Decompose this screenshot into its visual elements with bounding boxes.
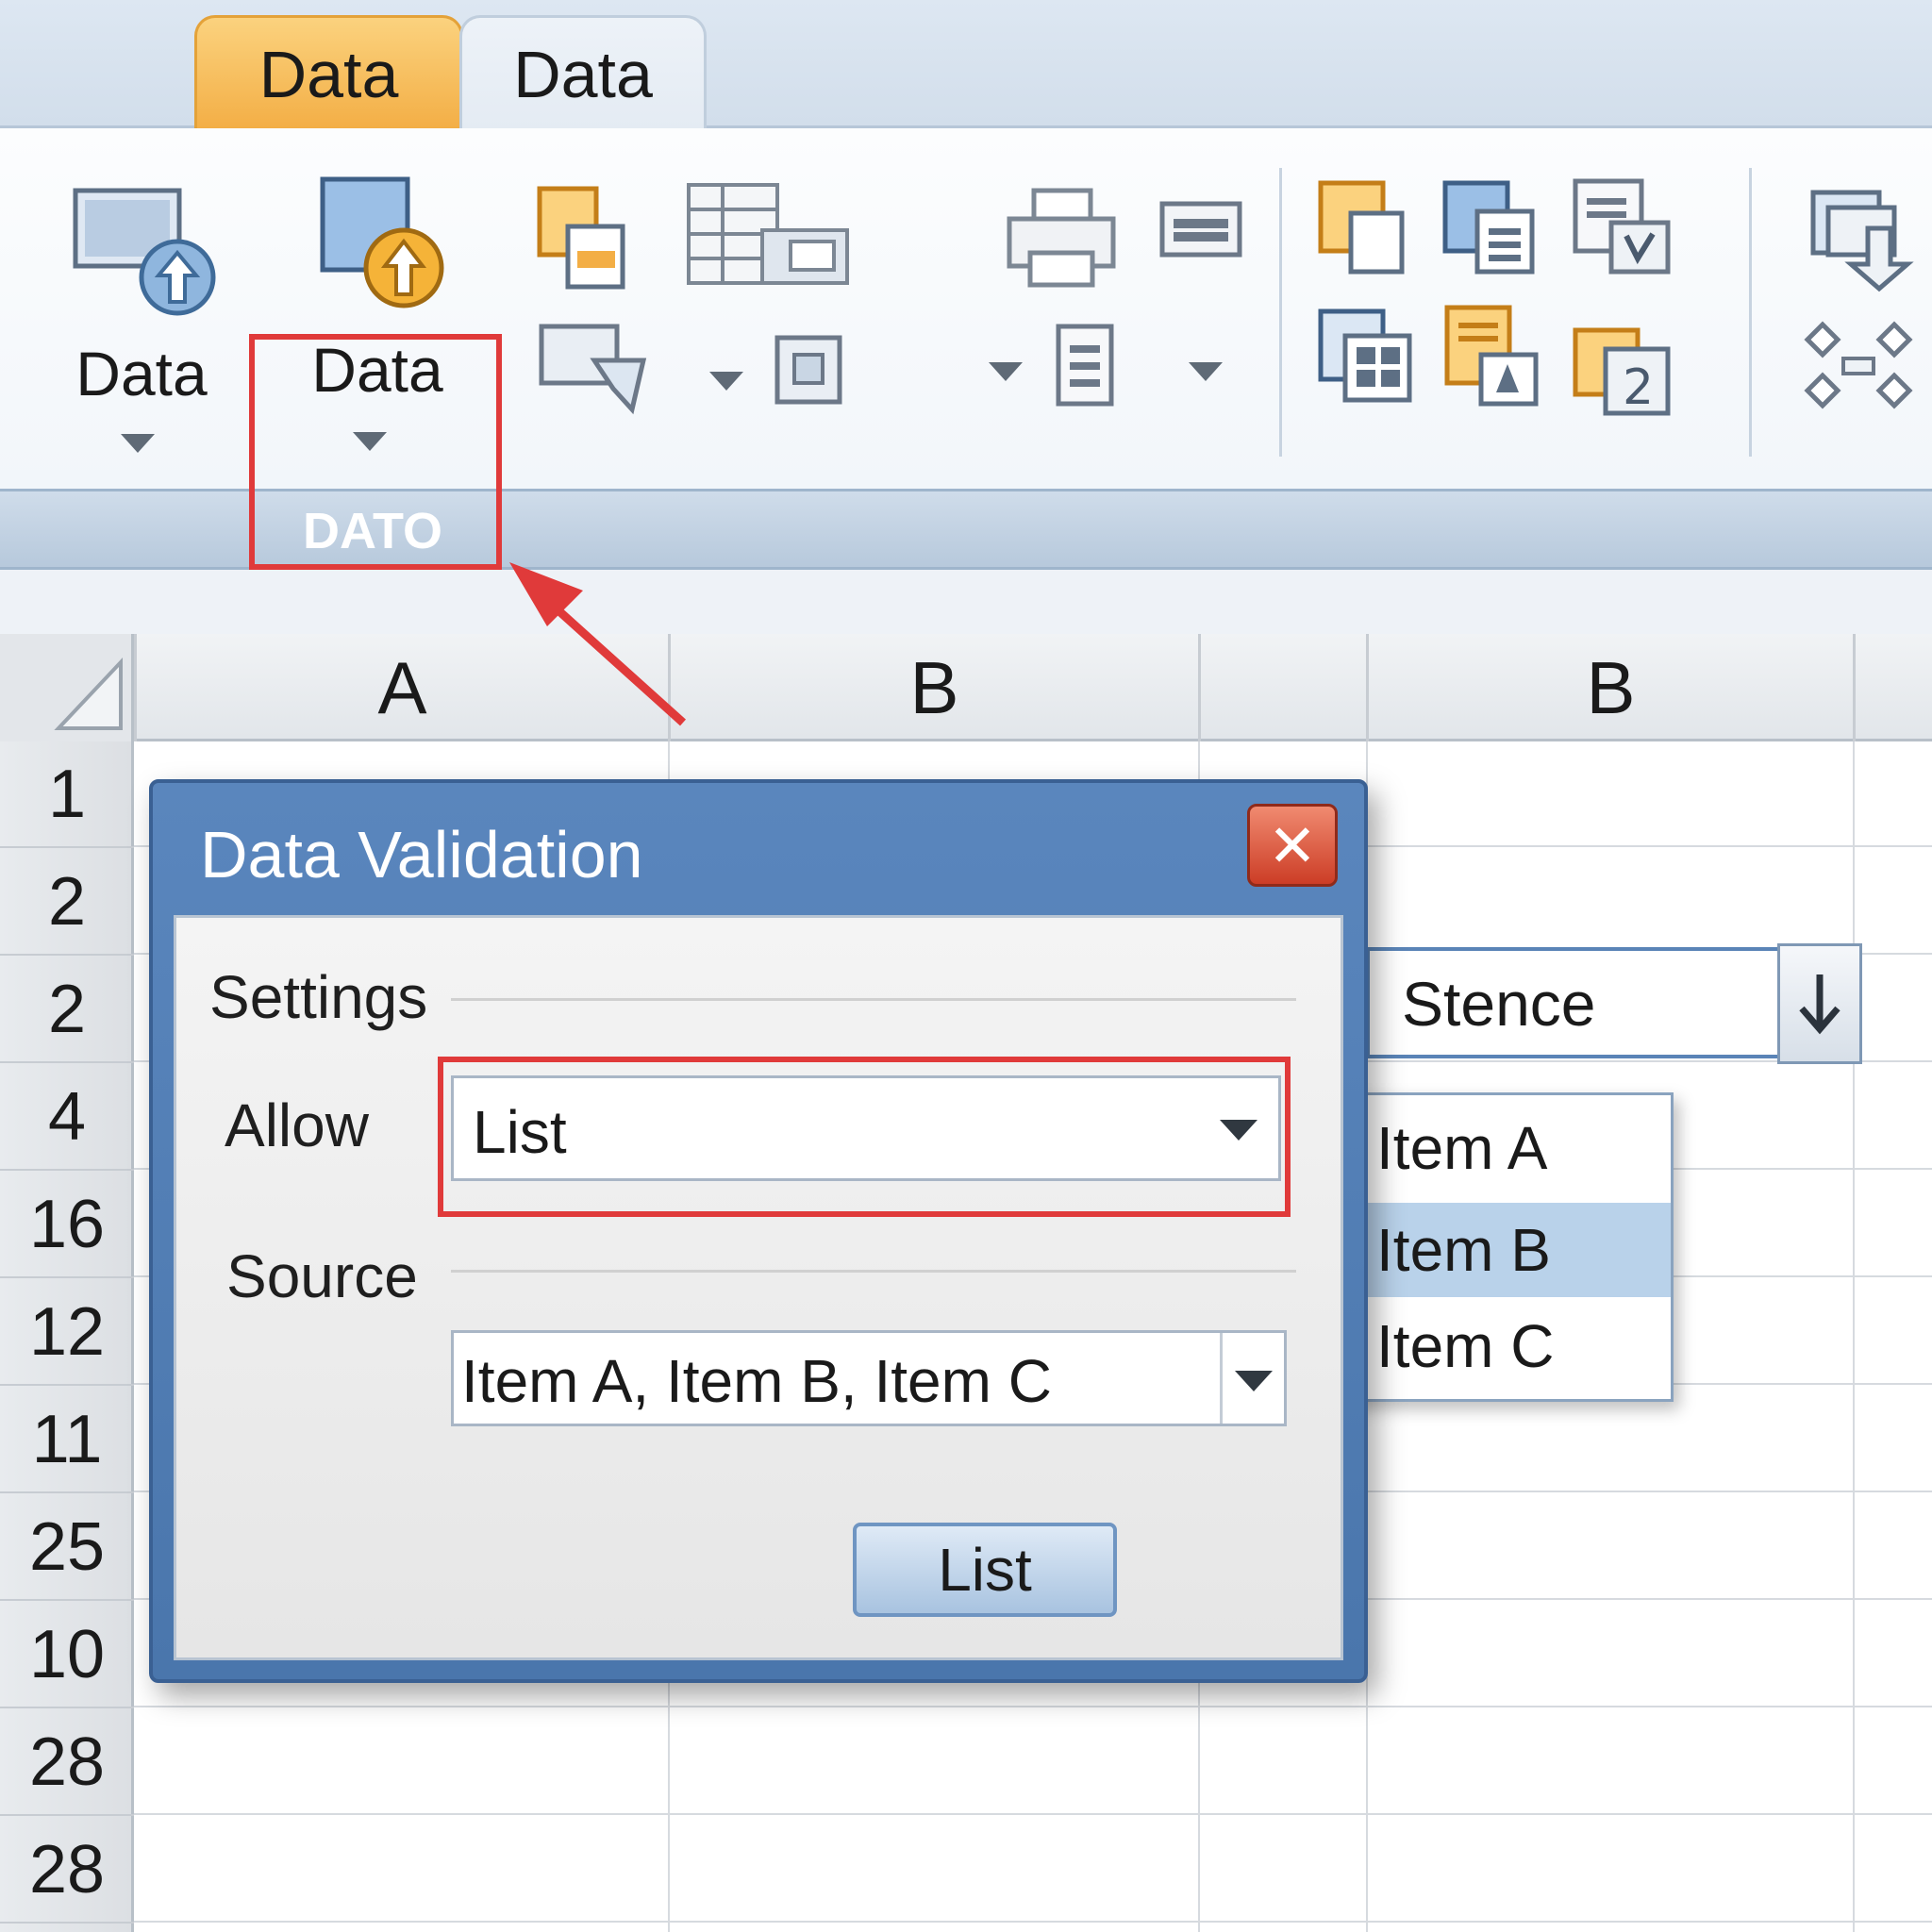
cell-dropdown-button[interactable] [1777,943,1862,1064]
select-all-icon [54,657,123,730]
data-validation-dialog: Data Validation ✕ [149,779,1368,1683]
source-label: Source [226,1242,418,1310]
row-header[interactable]: 28 [0,1817,134,1924]
list-button[interactable]: List [853,1523,1117,1617]
relationships-icon[interactable] [1802,319,1915,413]
row-header[interactable]: 2 [0,957,134,1063]
arrow-down-icon [1799,974,1840,1035]
page-two-icon[interactable]: 2 [1572,326,1674,417]
validation-check-icon[interactable] [1572,177,1674,277]
consolidate-icon[interactable] [774,334,843,406]
gridline [134,1706,1932,1707]
allow-label: Allow [225,1091,369,1159]
column-header-c[interactable] [1198,634,1366,741]
ribbon-separator [1749,168,1752,457]
column-header-b[interactable]: B [668,634,1198,741]
notes-alert-icon[interactable] [1443,304,1541,409]
source-input[interactable]: Item A, Item B, Item C [451,1330,1287,1426]
close-icon: ✕ [1268,813,1317,879]
row-header[interactable]: 1 [0,741,134,848]
ribbon-separator [1279,168,1282,457]
source-input-value: Item A, Item B, Item C [461,1347,1052,1415]
row-header[interactable]: 10 [0,1602,134,1708]
row-header[interactable]: 28 [0,1709,134,1816]
section-divider [451,998,1296,1001]
tab-data[interactable]: Data [459,15,707,130]
cell-dropdown[interactable]: Stence [1366,943,1862,1064]
list-doc-icon[interactable] [1055,323,1117,408]
chevron-down-icon[interactable] [1189,362,1223,381]
chevron-down-icon [1235,1371,1273,1391]
highlight-box [438,1057,1291,1217]
data-import-label: Data [75,339,208,408]
row-header[interactable]: 11 [0,1387,134,1493]
row-header[interactable]: 4 [0,1064,134,1171]
gridline [1853,741,1855,1932]
tab-data-active[interactable]: Data [194,15,463,130]
dialog-title: Data Validation [200,818,643,891]
cell-dropdown-value: Stence [1402,969,1596,1039]
document-list-icon[interactable] [1441,179,1540,277]
section-divider [451,1270,1296,1273]
copy-icon[interactable] [1317,179,1407,277]
highlight-box [249,334,502,570]
list-item-label: Item B [1376,1216,1551,1284]
row-header[interactable]: 2 [0,849,134,956]
settings-section-label: Settings [209,963,428,1031]
column-header-a[interactable]: A [134,634,668,741]
text-to-columns-icon[interactable] [538,323,651,417]
chevron-down-icon[interactable] [121,434,155,453]
close-button[interactable]: ✕ [1247,804,1338,887]
download-icon[interactable] [1809,189,1915,292]
gridline [134,1921,1932,1923]
printer-icon[interactable] [1006,187,1119,291]
sort-filter-icon[interactable] [536,185,630,294]
export-data-icon [320,176,444,308]
list-item-label: Item A [1376,1114,1548,1182]
formula-area [0,570,1932,636]
chevron-down-icon[interactable] [989,362,1023,381]
column-header-e[interactable] [1853,634,1932,741]
select-all-corner[interactable] [0,634,134,741]
row-header[interactable]: 25 [0,1494,134,1601]
column-header-b2[interactable]: B [1366,634,1853,741]
list-item-label: Item C [1376,1312,1555,1380]
gridline [134,1813,1932,1815]
row-header[interactable]: 12 [0,1279,134,1386]
import-data-icon [73,188,216,316]
row-header[interactable]: 16 [0,1172,134,1278]
field-icon[interactable] [1158,200,1243,258]
combo-divider [1220,1333,1223,1424]
svg-text:2: 2 [1623,359,1654,416]
table-icon[interactable] [685,181,855,304]
chevron-down-icon[interactable] [709,372,743,391]
grid-icon[interactable] [1317,308,1415,406]
